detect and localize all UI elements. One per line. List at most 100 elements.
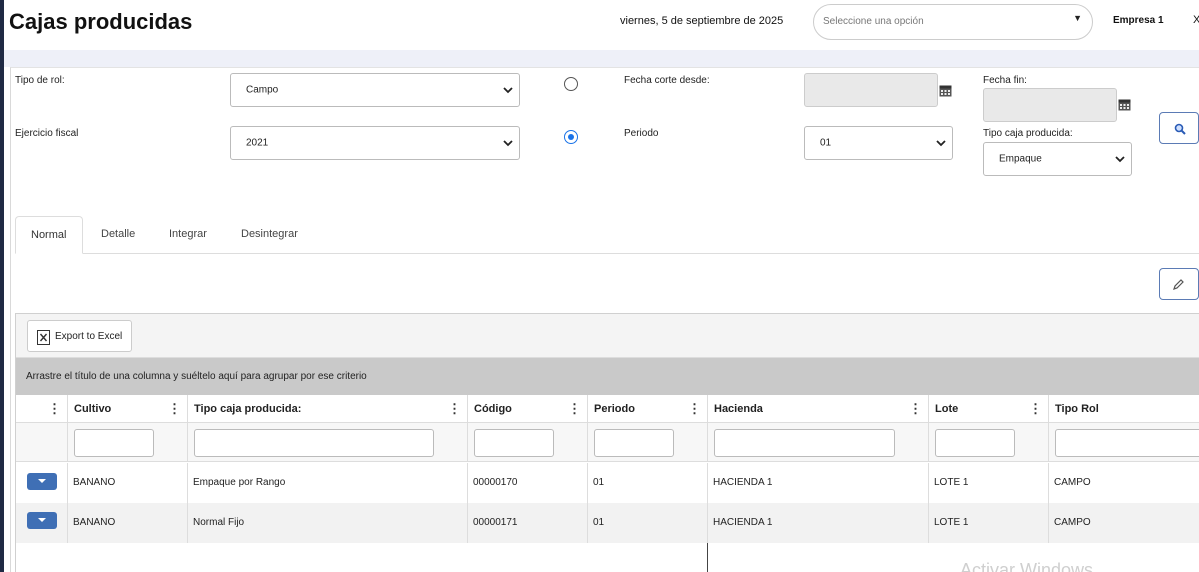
filter-cell: [928, 423, 1048, 462]
column-header-tipo-rol[interactable]: Tipo Rol: [1048, 395, 1199, 423]
edit-button[interactable]: [1159, 268, 1199, 300]
chevron-down-icon: [936, 140, 946, 147]
caret-down-icon: ▼: [1073, 13, 1082, 23]
cell-tipo-rol: CAMPO: [1048, 503, 1199, 543]
table-row[interactable]: BANANO Normal Fijo 00000171 01 HACIENDA …: [16, 503, 1199, 543]
fecha-corte-input[interactable]: [804, 73, 938, 107]
cell-lote: LOTE 1: [928, 463, 1048, 503]
column-header-codigo[interactable]: Código ⋮: [467, 395, 587, 423]
filter-cell: [587, 423, 707, 462]
ejercicio-fiscal-label: Ejercicio fiscal: [15, 128, 79, 139]
column-divider: [707, 543, 708, 572]
expander-cell: [16, 463, 67, 503]
periodo-label: Periodo: [624, 128, 659, 139]
tab-desintegrar[interactable]: Desintegrar: [241, 216, 298, 254]
filter-panel: Tipo de rol: Campo Fecha corte desde: Fe…: [10, 67, 1199, 572]
cell-tipo-caja: Normal Fijo: [187, 503, 467, 543]
grid-header-row: ⋮ Cultivo ⋮ Tipo caja producida: ⋮ Código ⋮…: [16, 395, 1199, 423]
expander-cell: [16, 503, 67, 543]
column-menu-icon[interactable]: ⋮: [448, 395, 461, 423]
periodo-radio[interactable]: [564, 130, 578, 144]
filter-cell: [707, 423, 928, 462]
option-select-placeholder: Seleccione una opción: [823, 16, 924, 27]
ejercicio-fiscal-value: 2021: [246, 137, 269, 149]
tipo-rol-label: Tipo de rol:: [15, 75, 65, 86]
cell-codigo: 00000171: [467, 503, 587, 543]
page-title: Cajas producidas: [9, 9, 193, 34]
row-expand-button[interactable]: [27, 473, 57, 490]
filter-input-tipo-caja[interactable]: [194, 429, 434, 457]
filter-input-codigo[interactable]: [474, 429, 554, 457]
column-header-tipo-caja[interactable]: Tipo caja producida: ⋮: [187, 395, 467, 423]
calendar-icon[interactable]: [939, 84, 952, 97]
select-column-header: ⋮: [16, 395, 67, 423]
group-by-panel[interactable]: Arrastre el título de una columna y suél…: [16, 358, 1199, 395]
chevron-down-icon: [503, 140, 513, 147]
export-excel-button[interactable]: Export to Excel: [27, 320, 132, 352]
filter-input-lote[interactable]: [935, 429, 1015, 457]
tab-integrar[interactable]: Integrar: [169, 216, 207, 254]
filter-cell: [1048, 423, 1199, 462]
cell-cultivo: BANANO: [67, 503, 187, 543]
tab-normal[interactable]: Normal: [15, 216, 83, 254]
cell-hacienda: HACIENDA 1: [707, 503, 928, 543]
tipo-rol-select[interactable]: Campo: [230, 73, 520, 107]
column-header-periodo[interactable]: Periodo ⋮: [587, 395, 707, 423]
fecha-corte-label: Fecha corte desde:: [624, 75, 710, 86]
cell-tipo-rol: CAMPO: [1048, 463, 1199, 503]
filter-input-tipo-rol[interactable]: [1055, 429, 1199, 457]
filter-cell: [16, 423, 67, 462]
periodo-select[interactable]: 01: [804, 126, 953, 160]
search-icon: [1174, 123, 1186, 135]
cell-tipo-caja: Empaque por Rango: [187, 463, 467, 503]
tipo-caja-label: Tipo caja producida:: [983, 128, 1073, 139]
table-row[interactable]: BANANO Empaque por Rango 00000170 01 HAC…: [16, 463, 1199, 503]
cell-codigo: 00000170: [467, 463, 587, 503]
search-button[interactable]: [1159, 112, 1199, 144]
current-date: viernes, 5 de septiembre de 2025: [620, 15, 784, 27]
cell-periodo: 01: [587, 503, 707, 543]
data-grid: Export to Excel Arrastre el título de un…: [15, 313, 1199, 572]
column-header-hacienda[interactable]: Hacienda ⋮: [707, 395, 928, 423]
cell-cultivo: BANANO: [67, 463, 187, 503]
fecha-fin-input[interactable]: [983, 88, 1117, 122]
excel-icon: [37, 330, 50, 345]
tipo-rol-value: Campo: [246, 84, 279, 96]
tab-detalle[interactable]: Detalle: [101, 216, 135, 254]
column-menu-icon[interactable]: ⋮: [168, 395, 181, 423]
header-band: [4, 50, 1199, 67]
filter-input-cultivo[interactable]: [74, 429, 154, 457]
windows-activation-watermark: Activar Windows: [960, 560, 1094, 572]
filter-cell: [467, 423, 587, 462]
group-by-hint: Arrastre el título de una columna y suél…: [26, 371, 367, 382]
tipo-caja-select[interactable]: Empaque: [983, 142, 1132, 176]
column-menu-icon[interactable]: ⋮: [568, 395, 581, 423]
company-name: Empresa 1: [1113, 15, 1164, 26]
tab-bar: Normal Detalle Integrar Desintegrar: [15, 216, 1199, 254]
column-header-lote[interactable]: Lote ⋮: [928, 395, 1048, 423]
app-left-edge: [0, 0, 4, 572]
periodo-value: 01: [820, 137, 832, 149]
fecha-corte-radio[interactable]: [564, 77, 578, 91]
column-menu-icon[interactable]: ⋮: [909, 395, 922, 423]
close-button[interactable]: X: [1193, 14, 1199, 26]
column-menu-icon[interactable]: ⋮: [1029, 395, 1042, 423]
filter-input-hacienda[interactable]: [714, 429, 895, 457]
ejercicio-fiscal-select[interactable]: 2021: [230, 126, 520, 160]
caret-down-icon: [38, 479, 46, 483]
grid-filter-row: [16, 423, 1199, 462]
caret-down-icon: [38, 518, 46, 522]
grid-toolbar: Export to Excel: [16, 314, 1199, 358]
filter-input-periodo[interactable]: [594, 429, 674, 457]
row-expand-button[interactable]: [27, 512, 57, 529]
option-select[interactable]: Seleccione una opción ▼: [813, 4, 1093, 40]
column-menu-icon[interactable]: ⋮: [48, 395, 61, 423]
fecha-fin-label: Fecha fin:: [983, 75, 1027, 86]
column-menu-icon[interactable]: ⋮: [688, 395, 701, 423]
export-excel-label: Export to Excel: [55, 331, 123, 342]
filter-cell: [67, 423, 187, 462]
column-header-cultivo[interactable]: Cultivo ⋮: [67, 395, 187, 423]
cell-periodo: 01: [587, 463, 707, 503]
tipo-caja-value: Empaque: [999, 153, 1042, 165]
calendar-icon[interactable]: [1118, 98, 1131, 111]
